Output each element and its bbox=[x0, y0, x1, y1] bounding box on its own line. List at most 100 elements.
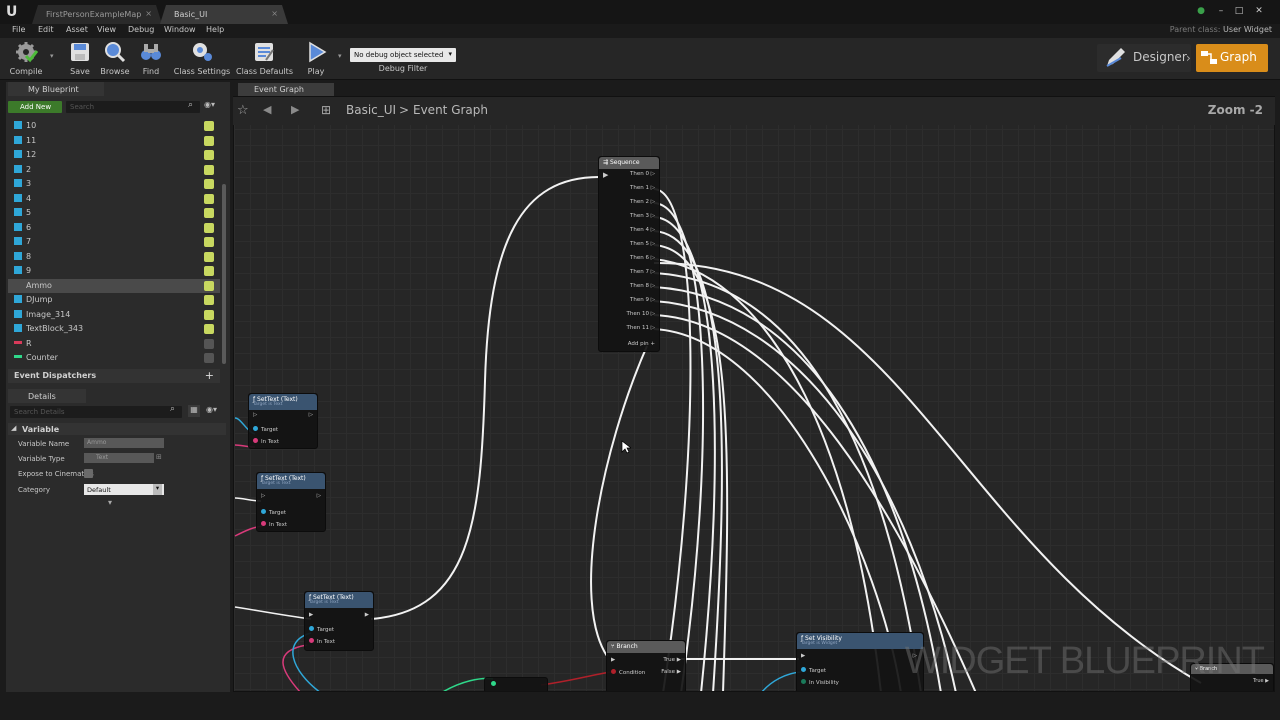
variable-item-selected[interactable]: Ammo bbox=[8, 278, 220, 293]
sequence-output-pin[interactable]: Then 3 ▷ bbox=[630, 213, 655, 219]
sequence-output-pin[interactable]: Then 4 ▷ bbox=[630, 227, 655, 233]
menu-debug[interactable]: Debug bbox=[128, 25, 154, 34]
eye-icon[interactable] bbox=[204, 324, 214, 334]
close-window-icon[interactable]: ✕ bbox=[1252, 4, 1266, 18]
eye-icon[interactable] bbox=[204, 179, 214, 189]
sequence-node-header[interactable]: ⇶ Sequence bbox=[599, 157, 659, 169]
tab-level-map[interactable]: FirstPersonExampleMap × bbox=[32, 5, 162, 24]
exec-in-pin[interactable]: ▷ bbox=[261, 493, 265, 499]
close-icon[interactable]: × bbox=[271, 9, 278, 18]
sequence-output-pin[interactable]: Then 9 ▷ bbox=[630, 297, 655, 303]
partial-node[interactable] bbox=[484, 677, 548, 691]
debug-object-select[interactable]: No debug object selected ▾ bbox=[350, 48, 456, 62]
variable-item[interactable]: 5 bbox=[8, 206, 220, 221]
target-pin[interactable]: Target bbox=[801, 667, 826, 674]
variable-item[interactable]: Counter bbox=[8, 351, 220, 366]
eye-icon[interactable] bbox=[204, 135, 214, 146]
graph-mode-button[interactable]: Graph bbox=[1196, 44, 1268, 72]
add-dispatcher-icon[interactable]: + bbox=[205, 369, 214, 382]
class-defaults-button[interactable]: Class Defaults bbox=[236, 40, 293, 78]
eye-icon[interactable] bbox=[204, 251, 214, 262]
details-search-input[interactable]: Search Details bbox=[10, 406, 182, 418]
variable-item[interactable]: 3 bbox=[8, 177, 220, 192]
sequence-output-pin[interactable]: Then 0 ▷ bbox=[630, 171, 655, 177]
false-pin[interactable]: False ▶ bbox=[661, 669, 681, 675]
eye-icon[interactable] bbox=[204, 193, 214, 204]
in-visibility-pin[interactable]: In Visibility bbox=[801, 679, 839, 686]
graph-canvas[interactable]: ⇶ Sequence ▶ Then 0 ▷ Then 1 ▷ Then 2 ▷ … bbox=[233, 96, 1275, 692]
menu-view[interactable]: View bbox=[97, 25, 116, 34]
variable-item[interactable]: R bbox=[8, 337, 220, 352]
play-button[interactable]: Play bbox=[292, 40, 340, 78]
sequence-output-pin[interactable]: Then 5 ▷ bbox=[630, 241, 655, 247]
variable-item[interactable]: 10 bbox=[8, 119, 220, 134]
eye-icon[interactable] bbox=[204, 237, 214, 247]
variable-item[interactable]: Image_314 bbox=[8, 308, 220, 323]
variable-item[interactable]: 8 bbox=[8, 250, 220, 265]
designer-mode-button[interactable]: Designer bbox=[1097, 44, 1191, 72]
exec-in-pin[interactable]: ▶ bbox=[611, 657, 615, 663]
sequence-output-pin[interactable]: Then 11 ▷ bbox=[627, 325, 655, 331]
variable-item[interactable]: 2 bbox=[8, 163, 220, 178]
container-type-icon[interactable]: ⊞ bbox=[156, 453, 162, 461]
menu-window[interactable]: Window bbox=[164, 25, 196, 34]
sequence-output-pin[interactable]: Then 8 ▷ bbox=[630, 283, 655, 289]
sequence-node[interactable]: ⇶ Sequence ▶ Then 0 ▷ Then 1 ▷ Then 2 ▷ … bbox=[598, 156, 660, 352]
sequence-output-pin[interactable]: Then 6 ▷ bbox=[630, 255, 655, 261]
settext-node[interactable]: ƒ SetText (Text) Target is Text ▷ ▷ Targ… bbox=[256, 472, 326, 532]
in-text-pin[interactable]: In Text bbox=[253, 438, 279, 445]
source-control-icon[interactable]: ● bbox=[1194, 4, 1208, 18]
target-pin[interactable]: Target bbox=[309, 626, 334, 633]
target-pin[interactable]: Target bbox=[261, 509, 286, 516]
expose-cinematics-checkbox[interactable] bbox=[84, 469, 93, 478]
exec-out-pin[interactable]: ▷ bbox=[317, 493, 321, 499]
menu-asset[interactable]: Asset bbox=[66, 25, 88, 34]
sequence-output-pin[interactable]: Then 2 ▷ bbox=[630, 199, 655, 205]
variable-section-header[interactable]: ◢ Variable bbox=[8, 423, 226, 435]
find-button[interactable]: Find bbox=[127, 40, 175, 78]
forward-arrow-icon[interactable]: ▶ bbox=[291, 103, 299, 116]
back-arrow-icon[interactable]: ◀ bbox=[263, 103, 271, 116]
add-pin-button[interactable]: Add pin + bbox=[628, 341, 655, 347]
variable-item[interactable]: 11 bbox=[8, 134, 220, 149]
sequence-output-pin[interactable]: Then 7 ▷ bbox=[630, 269, 655, 275]
sequence-output-pin[interactable]: Then 10 ▷ bbox=[627, 311, 655, 317]
variable-item[interactable]: 9 bbox=[8, 264, 220, 279]
compile-button[interactable]: Compile bbox=[2, 40, 50, 78]
parent-class-value[interactable]: User Widget bbox=[1223, 25, 1272, 34]
settext-node-header[interactable]: ƒ SetText (Text) Target is Text bbox=[305, 592, 373, 608]
eye-icon[interactable] bbox=[204, 121, 214, 131]
eye-icon[interactable] bbox=[204, 353, 214, 363]
variable-item[interactable]: 6 bbox=[8, 221, 220, 236]
view-options-icon[interactable]: ◉▾ bbox=[206, 405, 217, 414]
exec-out-pin[interactable]: ▷ bbox=[309, 412, 313, 418]
tab-basic-ui[interactable]: Basic_UI × bbox=[160, 5, 288, 24]
variable-item[interactable]: 4 bbox=[8, 192, 220, 207]
minimize-icon[interactable]: – bbox=[1214, 4, 1228, 18]
in-text-pin[interactable]: In Text bbox=[309, 638, 335, 645]
maximize-icon[interactable]: □ bbox=[1232, 4, 1246, 18]
menu-help[interactable]: Help bbox=[206, 25, 224, 34]
menu-file[interactable]: File bbox=[12, 25, 25, 34]
settext-node[interactable]: ƒ SetText (Text) Target is Text ▶ ▶ Targ… bbox=[304, 591, 374, 651]
exec-out-pin[interactable]: ▶ bbox=[365, 612, 369, 618]
eye-icon[interactable] bbox=[204, 280, 214, 291]
exec-in-pin[interactable]: ▶ bbox=[309, 612, 313, 618]
exec-in-pin[interactable]: ▷ bbox=[253, 412, 257, 418]
blueprint-search-input[interactable]: Search bbox=[66, 101, 200, 113]
variable-name-field[interactable]: Ammo bbox=[84, 438, 164, 448]
variables-scrollbar[interactable] bbox=[222, 184, 226, 364]
close-icon[interactable]: × bbox=[145, 9, 152, 18]
breadcrumb-leaf[interactable]: Event Graph bbox=[413, 103, 488, 117]
tab-my-blueprint[interactable]: My Blueprint bbox=[8, 82, 104, 96]
target-pin[interactable]: Target bbox=[253, 426, 278, 433]
property-matrix-icon[interactable]: ▦ bbox=[188, 405, 200, 417]
eye-icon[interactable] bbox=[204, 150, 214, 160]
sequence-output-pin[interactable]: Then 1 ▷ bbox=[630, 185, 655, 191]
menu-edit[interactable]: Edit bbox=[38, 25, 54, 34]
variable-item[interactable]: DJump bbox=[8, 293, 220, 308]
eye-icon[interactable] bbox=[204, 338, 214, 349]
exec-in-pin[interactable]: ▶ bbox=[603, 171, 608, 179]
settext-node[interactable]: ƒ SetText (Text) Target is Text ▷ ▷ Targ… bbox=[248, 393, 318, 449]
tab-details[interactable]: Details bbox=[8, 389, 86, 403]
